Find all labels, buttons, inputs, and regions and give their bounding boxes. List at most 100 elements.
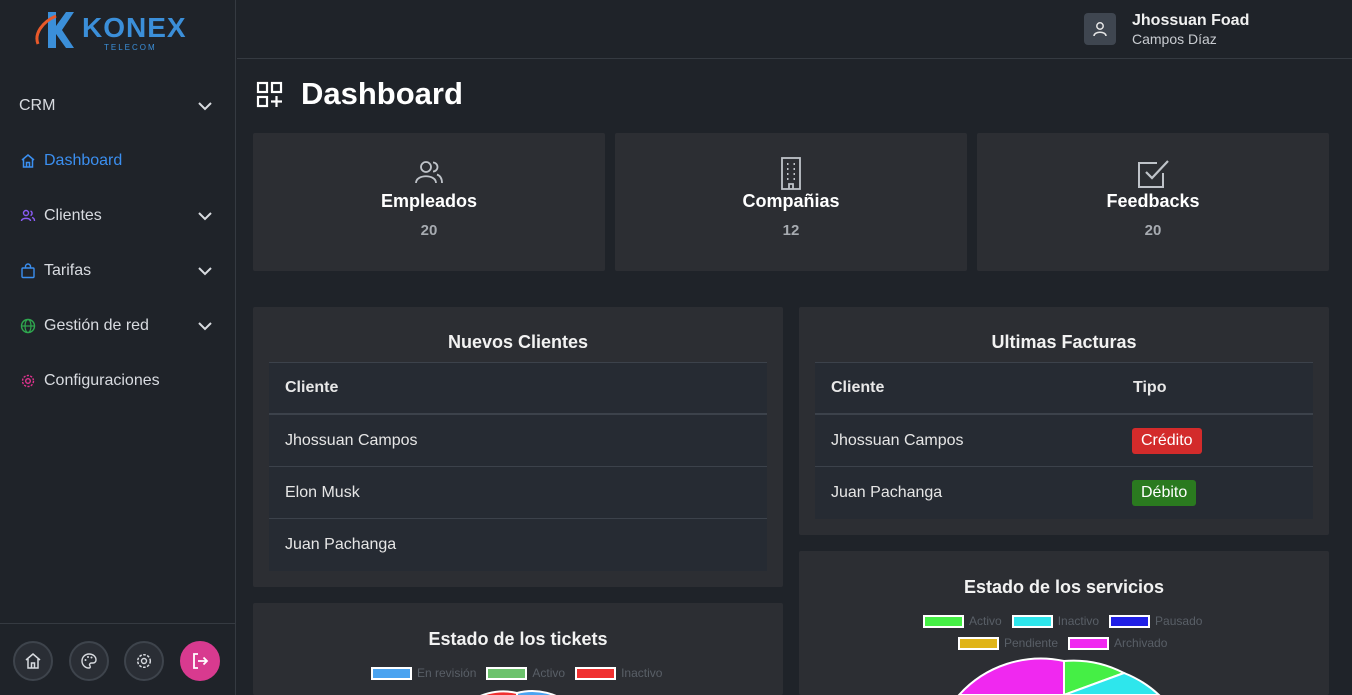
chart-legend: En revisión Activo Inactivo [371,666,672,680]
pie-slice-en-revision[interactable] [516,690,573,695]
user-name: Jhossuan Foad [1132,12,1250,29]
logo[interactable]: KONEX TELECOM [34,6,194,54]
chevron-down-icon [198,212,212,221]
stat-value: 20 [1144,222,1162,239]
chevron-down-icon [198,322,212,331]
sidebar-item-tarifas[interactable]: Tarifas [0,251,236,291]
table-row[interactable]: Juan Pachanga Débito [815,467,1313,519]
pie-slice-archivado[interactable] [957,657,1065,695]
panel-title: Estado de los servicios [963,577,1165,597]
building-icon [781,157,801,190]
table-header-row: Cliente Tipo [815,363,1313,415]
nuevos-clientes-panel: Nuevos Clientes Cliente Jhossuan Campos … [253,307,783,587]
legend-item[interactable]: Inactivo [1011,614,1100,628]
page-title: Dashboard [301,76,463,111]
legend-swatch [1011,614,1053,628]
gear-icon [19,372,37,390]
sidebar-item-clientes[interactable]: Clientes [0,196,236,236]
servicios-chart-panel: Estado de los servicios Activo Inactivo … [799,551,1329,695]
sidebar-item-gestion-red[interactable]: Gestión de red [0,306,236,346]
legend-label: En revisión [417,666,477,680]
cliente-name: Jhossuan Campos [831,431,964,449]
table-row[interactable]: Juan Pachanga [269,519,767,571]
tickets-pie-chart [463,690,573,695]
legend-item[interactable]: Pausado [1109,614,1202,628]
legend-item[interactable]: Activo [923,614,1002,628]
theme-button[interactable] [69,641,109,681]
legend-item[interactable]: Pendiente [958,636,1058,650]
sidebar: KONEX TELECOM CRM Dashboard Clientes Tar… [0,0,236,695]
home-icon [19,152,37,170]
status-badge: Crédito [1132,427,1202,454]
stat-value: 12 [782,222,800,239]
sidebar-item-label: Configuraciones [44,372,160,389]
legend-item[interactable]: Inactivo [575,666,662,680]
panel-title: Nuevos Clientes [447,332,589,352]
chevron-down-icon [198,102,212,111]
servicios-pie-chart [957,657,1161,695]
avatar[interactable] [1084,13,1116,45]
legend-swatch [923,614,964,628]
users-icon [19,207,37,225]
cliente-name: Juan Pachanga [285,536,397,553]
users-icon [415,161,443,184]
chart-legend: Activo Inactivo Pausado [923,614,1212,628]
legend-label: Activo [969,614,1002,628]
legend-item[interactable]: Archivado [1068,636,1167,650]
pie-slice-inactivo[interactable] [463,690,518,695]
legend-label: Inactivo [621,666,663,680]
stat-card-companias[interactable]: Compañias 12 [615,133,967,271]
ultimas-facturas-panel: Ultimas Facturas Cliente Tipo Jhossuan C… [799,307,1329,535]
home-icon [25,653,41,669]
user-icon [1093,22,1107,37]
sidebar-item-configuraciones[interactable]: Configuraciones [0,361,236,401]
cliente-name: Juan Pachanga [831,484,943,501]
logout-button[interactable] [180,641,220,681]
table-header-row: Cliente [269,363,767,415]
legend-label: Pendiente [1004,636,1059,650]
globe-icon [19,317,37,335]
topbar: Jhossuan Foad Campos Díaz [237,0,1352,59]
legend-item[interactable]: Activo [486,666,565,680]
sidebar-item-label: Gestión de red [44,317,149,334]
palette-icon [81,653,97,669]
brand-sub: TELECOM [104,43,157,52]
table-row[interactable]: Jhossuan Campos Crédito [815,415,1313,467]
table-row[interactable]: Jhossuan Campos [269,415,767,467]
sidebar-item-label: Tarifas [44,262,92,279]
home-button[interactable] [13,641,53,681]
checkbox-icon [1138,160,1169,188]
legend-swatch [958,636,999,650]
sidebar-item-crm[interactable]: CRM [0,86,236,126]
sidebar-item-label: Dashboard [44,152,123,169]
user-subtitle: Campos Díaz [1132,31,1217,47]
status-badge: Débito [1132,480,1197,506]
stat-label: Empleados [380,191,478,211]
column-header-tipo: Tipo [1133,379,1167,396]
legend-item[interactable]: En revisión [371,666,476,680]
sidebar-item-label: CRM [19,97,56,114]
legend-label: Inactivo [1057,614,1100,628]
column-header-cliente: Cliente [285,379,339,396]
chevron-down-icon [198,267,212,276]
legend-swatch [575,666,617,680]
cliente-name: Elon Musk [285,483,360,501]
shopping-bag-icon [19,262,37,280]
panel-title: Ultimas Facturas [991,332,1137,352]
legend-label: Archivado [1114,636,1168,650]
sidebar-item-dashboard[interactable]: Dashboard [0,141,236,181]
stat-label: Feedbacks [1106,191,1200,211]
nuevos-clientes-table: Cliente Jhossuan Campos Elon Musk Juan P… [269,362,767,571]
legend-swatch [1068,636,1110,650]
legend-swatch [1109,614,1151,628]
legend-label: Activo [532,666,566,680]
table-row[interactable]: Elon Musk [269,467,767,519]
dashboard-grid-icon [256,81,283,108]
legend-swatch [486,666,528,680]
brand-name: KONEX [82,12,187,43]
legend-label: Pausado [1155,614,1203,628]
settings-button[interactable] [124,641,164,681]
stat-card-feedbacks[interactable]: Feedbacks 20 [977,133,1329,271]
sidebar-footer [0,623,236,695]
stat-card-empleados[interactable]: Empleados 20 [253,133,605,271]
